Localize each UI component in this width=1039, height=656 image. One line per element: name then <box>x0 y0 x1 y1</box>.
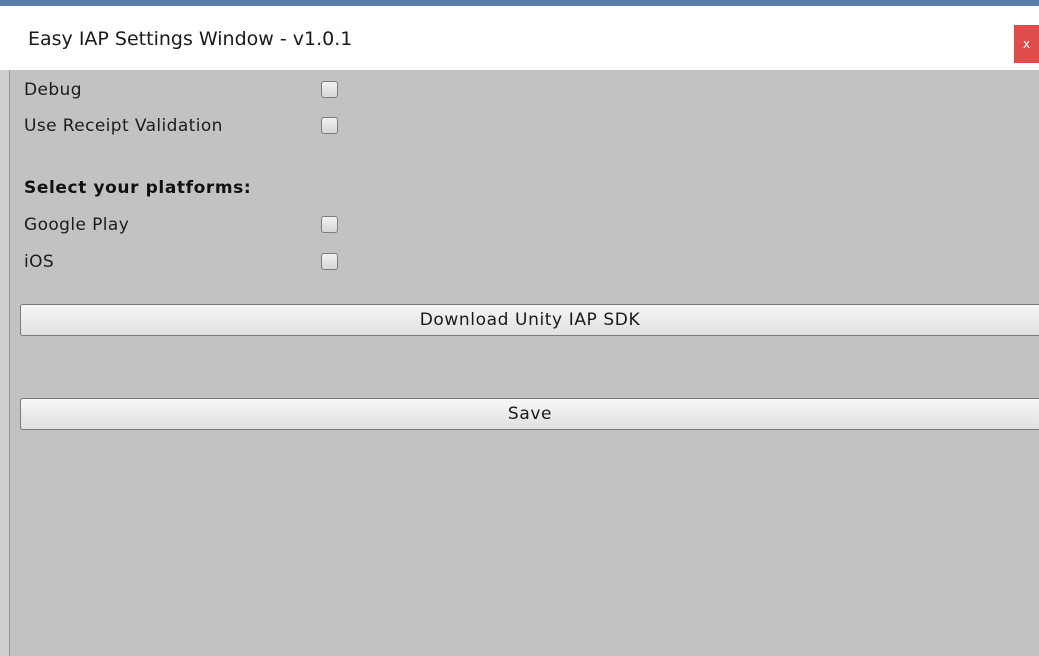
debug-label: Debug <box>24 80 82 100</box>
ios-label: iOS <box>24 252 55 272</box>
window-title: Easy IAP Settings Window - v1.0.1 <box>28 28 353 50</box>
download-sdk-button[interactable]: Download Unity IAP SDK <box>20 304 1039 336</box>
platforms-heading: Select your platforms: <box>24 178 252 198</box>
settings-window: Easy IAP Settings Window - v1.0.1 x Debu… <box>0 0 1039 656</box>
window-left-edge <box>0 70 10 656</box>
close-button[interactable]: x <box>1014 25 1039 63</box>
debug-row: Debug <box>24 78 364 104</box>
google-play-label: Google Play <box>24 215 130 235</box>
ios-checkbox[interactable] <box>321 253 338 270</box>
ios-row: iOS <box>24 250 364 276</box>
debug-checkbox[interactable] <box>321 81 338 98</box>
title-bar[interactable]: Easy IAP Settings Window - v1.0.1 x <box>0 6 1039 70</box>
close-icon: x <box>1022 37 1031 51</box>
receipt-validation-label: Use Receipt Validation <box>24 116 223 136</box>
receipt-validation-checkbox[interactable] <box>321 117 338 134</box>
save-button[interactable]: Save <box>20 398 1039 430</box>
google-play-checkbox[interactable] <box>321 216 338 233</box>
google-play-row: Google Play <box>24 213 364 239</box>
receipt-validation-row: Use Receipt Validation <box>24 114 364 140</box>
